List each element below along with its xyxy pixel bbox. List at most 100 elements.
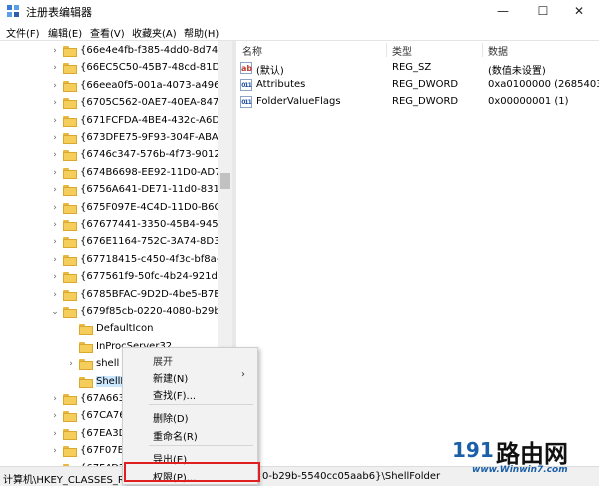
menu-favorites[interactable]: 收藏夹(A) xyxy=(132,25,177,40)
column-separator[interactable] xyxy=(482,43,483,57)
column-separator[interactable] xyxy=(386,43,387,57)
value-data: 0xa0100000 (268540313 xyxy=(488,79,599,90)
chevron-right-icon[interactable]: › xyxy=(50,45,60,57)
folder-icon xyxy=(63,446,77,458)
tree-key-label: {66eea0f5-001a-4073-a496-7 xyxy=(80,79,218,91)
menu-item-find[interactable]: 查找(F)... xyxy=(153,387,196,402)
binary-value-icon: 011 xyxy=(240,96,252,108)
folder-icon xyxy=(63,115,77,127)
folder-icon xyxy=(79,376,93,388)
maximize-button[interactable]: ☐ xyxy=(523,0,563,22)
folder-icon xyxy=(63,185,77,197)
tree-key[interactable]: › {67718415-c450-4f3c-bf8a-b4 xyxy=(0,252,218,269)
chevron-right-icon[interactable]: › xyxy=(50,149,60,161)
tree-key-label: {676E1164-752C-3A74-8D3F-F xyxy=(80,236,218,248)
tree-key[interactable]: › {6785BFAC-9D2D-4be5-B7E2- xyxy=(0,287,218,304)
watermark: 191 路由网 www.Winwin7.com xyxy=(452,432,598,484)
chevron-right-icon[interactable]: › xyxy=(50,271,60,283)
chevron-right-icon[interactable]: › xyxy=(50,167,60,179)
chevron-right-icon[interactable]: › xyxy=(50,236,60,248)
tree-key[interactable]: › {671FCFDA-4BE4-432c-A6D3- xyxy=(0,113,218,130)
folder-icon xyxy=(63,411,77,423)
menu-bar: 文件(F) 编辑(E) 查看(V) 收藏夹(A) 帮助(H) xyxy=(0,22,599,41)
chevron-right-icon[interactable]: › xyxy=(50,115,60,127)
tree-key[interactable]: › {67677441-3350-45B4-9455-4 xyxy=(0,217,218,234)
tree-key-label: {6756A641-DE71-11d0-831B- xyxy=(80,184,218,196)
window-title: 注册表编辑器 xyxy=(26,6,92,19)
column-header-name[interactable]: 名称 xyxy=(242,43,262,58)
tree-key-label: {66EC5C50-45B7-48cd-81D6- xyxy=(80,62,218,74)
tree-key-label: {6785BFAC-9D2D-4be5-B7E2- xyxy=(80,288,218,300)
chevron-right-icon[interactable]: › xyxy=(50,132,60,144)
close-button[interactable]: ✕ xyxy=(559,0,599,22)
tree-key[interactable]: › {6705C562-0AE7-40EA-8474-F xyxy=(0,95,218,112)
folder-icon xyxy=(63,202,77,214)
tree-key-label: {674B6698-EE92-11D0-AD71- xyxy=(80,166,218,178)
value-type: REG_DWORD xyxy=(392,79,459,90)
tree-subkey[interactable]: DefaultIcon xyxy=(0,321,218,338)
chevron-right-icon[interactable]: › xyxy=(50,97,60,109)
tree-key-label: {6746c347-576b-4f73-9012-c xyxy=(80,149,218,161)
menu-file[interactable]: 文件(F) xyxy=(6,25,40,40)
menu-view[interactable]: 查看(V) xyxy=(90,25,125,40)
menu-item-new[interactable]: 新建(N) xyxy=(153,370,188,385)
chevron-right-icon[interactable]: › xyxy=(50,393,60,405)
menu-item-delete[interactable]: 删除(D) xyxy=(153,410,189,425)
value-name: (默认) xyxy=(256,66,284,77)
tree-key[interactable]: › {674B6698-EE92-11D0-AD71- xyxy=(0,165,218,182)
chevron-right-icon[interactable]: › xyxy=(66,358,76,370)
tree-key[interactable]: › {6746c347-576b-4f73-9012-c xyxy=(0,147,218,164)
tree-key-label: {6705C562-0AE7-40EA-8474-F xyxy=(80,97,218,109)
tree-key[interactable]: › {66eea0f5-001a-4073-a496-7 xyxy=(0,78,218,95)
chevron-right-icon[interactable]: › xyxy=(50,289,60,301)
minimize-button[interactable]: — xyxy=(483,0,523,22)
folder-icon xyxy=(63,46,77,57)
folder-icon xyxy=(79,324,93,336)
value-row[interactable]: ab (默认) REG_SZ (数值未设置) xyxy=(236,60,599,77)
status-path-end: 0-b29b-5540cc05aab6}\ShellFolder xyxy=(262,471,441,482)
folder-icon xyxy=(63,289,77,301)
tree-key-label: {675F097E-4C4D-11D0-B6C1- xyxy=(80,201,218,213)
chevron-right-icon[interactable]: › xyxy=(50,184,60,196)
tree-key-label: {679f85cb-0220-4080-b29b-5 xyxy=(80,306,218,317)
menu-item-expand[interactable]: 展开 xyxy=(153,353,173,368)
folder-icon xyxy=(63,98,77,110)
chevron-right-icon[interactable]: › xyxy=(50,410,60,422)
tree-key[interactable]: › {6756A641-DE71-11d0-831B- xyxy=(0,182,218,199)
menu-help[interactable]: 帮助(H) xyxy=(184,25,219,40)
tree-key[interactable]: › {66e4e4fb-f385-4dd0-8d74-a xyxy=(0,43,218,60)
chevron-right-icon[interactable]: › xyxy=(50,62,60,74)
column-header-data[interactable]: 数据 xyxy=(488,43,508,58)
tree-key[interactable]: › {675F097E-4C4D-11D0-B6C1- xyxy=(0,200,218,217)
chevron-right-icon[interactable]: › xyxy=(50,219,60,231)
chevron-right-icon[interactable]: › xyxy=(50,254,60,266)
value-row[interactable]: 011 FolderValueFlags REG_DWORD 0x0000000… xyxy=(236,94,599,111)
tree-key-label: {671FCFDA-4BE4-432c-A6D3- xyxy=(80,114,218,126)
title-bar: 注册表编辑器 — ☐ ✕ xyxy=(0,0,599,22)
folder-icon xyxy=(63,150,77,162)
chevron-down-icon[interactable]: ⌄ xyxy=(50,306,60,318)
menu-item-rename[interactable]: 重命名(R) xyxy=(153,428,198,443)
chevron-right-icon[interactable]: › xyxy=(50,80,60,92)
menu-edit[interactable]: 编辑(E) xyxy=(48,25,82,40)
tree-key[interactable]: › {673DFE75-9F93-304F-ABA8-D xyxy=(0,130,218,147)
chevron-right-icon[interactable]: › xyxy=(50,428,60,440)
tree-scrollbar-thumb[interactable] xyxy=(220,173,230,189)
values-list: 名称 类型 数据 ab (默认) REG_SZ (数值未设置) 011 Attr… xyxy=(236,41,599,466)
tree-key[interactable]: › {66EC5C50-45B7-48cd-81D6- xyxy=(0,60,218,77)
chevron-right-icon[interactable]: › xyxy=(50,445,60,457)
folder-icon xyxy=(63,133,77,144)
binary-value-icon: 011 xyxy=(240,79,252,91)
tree-key-label: {67677441-3350-45B4-9455-4 xyxy=(80,219,218,230)
folder-icon xyxy=(63,272,77,284)
folder-icon xyxy=(63,63,77,75)
chevron-right-icon[interactable]: › xyxy=(50,202,60,214)
value-name: FolderValueFlags xyxy=(256,96,341,107)
status-path-start: 计算机\HKEY_CLASSES_ROO xyxy=(3,475,141,486)
registry-editor-icon xyxy=(7,5,19,17)
value-row[interactable]: 011 Attributes REG_DWORD 0xa0100000 (268… xyxy=(236,77,599,94)
column-header-type[interactable]: 类型 xyxy=(392,43,412,58)
tree-key[interactable]: ⌄ {679f85cb-0220-4080-b29b-5 xyxy=(0,304,218,321)
tree-key[interactable]: › {677561f9-50fc-4b24-921d-ea xyxy=(0,269,218,286)
tree-key[interactable]: › {676E1164-752C-3A74-8D3F-F xyxy=(0,234,218,251)
